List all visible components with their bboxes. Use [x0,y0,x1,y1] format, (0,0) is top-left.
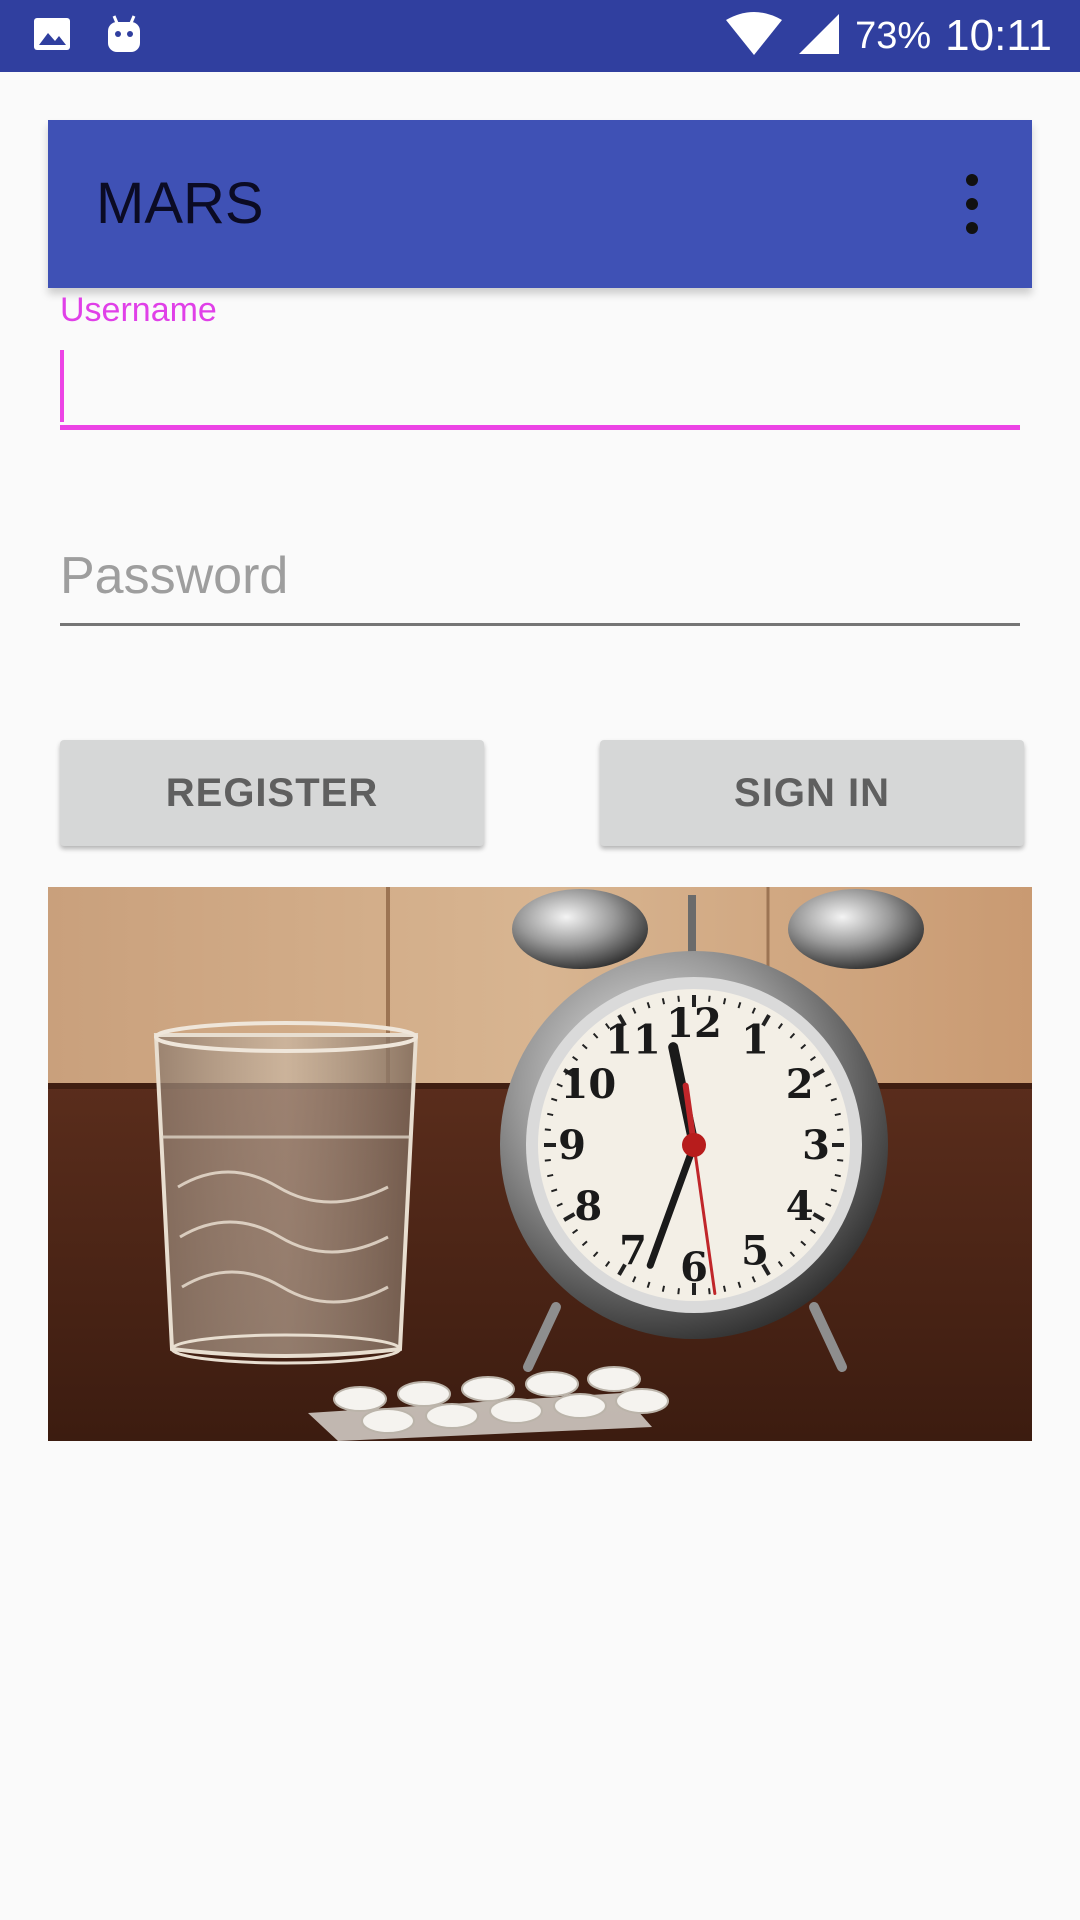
username-label: Username [60,291,217,329]
password-input[interactable] [60,540,1020,626]
status-bar: 73% 10:11 [0,0,1080,72]
clock-numeral: 1 [741,1016,769,1063]
clock-time: 10:11 [945,11,1052,60]
clock-numeral: 7 [619,1228,647,1275]
menu-dot [966,174,978,186]
status-system: 73% 10:11 [725,0,1052,72]
clock-numeral: 3 [802,1122,830,1169]
clock-numeral: 8 [574,1183,602,1230]
clock-numeral: 10 [561,1061,617,1108]
android-icon [104,12,144,61]
clock-numeral: 12 [666,1000,722,1047]
clock-tick [547,1112,554,1117]
clock-numeral: 2 [786,1061,814,1108]
clock-numeral: 11 [605,1016,661,1063]
clock-tick [722,998,727,1005]
glass-of-water [153,1021,419,1365]
clock-tick [547,1173,554,1178]
register-button[interactable]: REGISTER [60,740,484,846]
clock-numeral: 6 [680,1244,708,1291]
status-notifications [32,10,144,62]
more-vert-icon[interactable] [952,174,992,234]
app-bar: MARS [48,120,1032,288]
clock-tick [708,1288,711,1295]
sign-in-button[interactable]: SIGN IN [600,740,1024,846]
wifi-icon [725,11,783,61]
clock-tick [834,1173,841,1178]
username-input[interactable] [60,338,1020,430]
app-title: MARS [96,171,264,236]
clock-tick [661,1285,666,1292]
clock-numeral: 5 [741,1228,769,1275]
text-cursor [60,350,64,422]
clock-tick [837,1128,844,1131]
alarm-clock-photo: 12 1 2 3 4 5 6 7 8 9 10 11 [48,887,1032,1441]
battery-percent: 73% [855,14,932,57]
clock-tick [661,998,666,1005]
menu-dot [966,198,978,210]
image-icon [32,14,72,59]
signal-icon [797,12,841,61]
clock-numeral: 4 [786,1183,814,1230]
username-field: Username [60,288,1020,430]
clock-numeral: 9 [558,1122,586,1169]
clock-tick [834,1112,841,1117]
clock-tick [677,1288,680,1295]
clock-tick [544,1159,551,1162]
clock-tick [544,1128,551,1131]
menu-dot [966,222,978,234]
clock-tick [837,1159,844,1162]
clock-hub [682,1133,706,1157]
clock-tick [722,1285,727,1292]
